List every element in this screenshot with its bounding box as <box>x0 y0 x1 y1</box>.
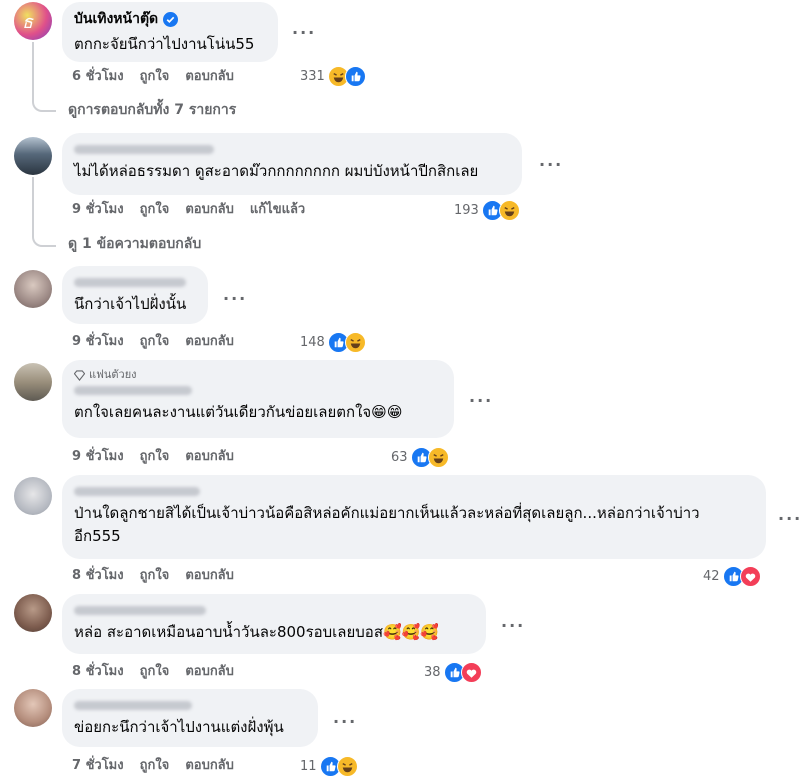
laughing-face-icon <box>427 447 449 468</box>
reply-thread-line <box>32 177 56 247</box>
reaction-summary[interactable]: 11 <box>300 756 358 777</box>
comment-actions: 8 ชั่วโมง ถูกใจ ตอบกลับ <box>72 664 234 680</box>
view-replies-link[interactable]: ดูการตอบกลับทั้ง 7 รายการ <box>68 101 236 119</box>
like-button[interactable]: ถูกใจ <box>140 202 170 218</box>
reaction-summary[interactable]: 63 <box>391 447 449 468</box>
reaction-count: 193 <box>454 202 479 218</box>
avatar[interactable] <box>14 477 52 515</box>
svg-text:ธ: ธ <box>22 12 34 33</box>
author-name-blurred[interactable] <box>74 487 200 496</box>
reaction-count: 63 <box>391 449 408 465</box>
comment-text: นึกว่าเจ้าไปฝั่งนั้น <box>74 295 187 313</box>
reaction-summary[interactable]: 42 <box>703 566 761 587</box>
heart-icon <box>460 662 482 683</box>
comment-author[interactable]: บันเทิงหน้าตุ๊ด <box>74 10 266 28</box>
laughing-face-icon <box>336 756 358 777</box>
comment-author-name[interactable]: บันเทิงหน้าตุ๊ด <box>74 10 158 28</box>
comment-time[interactable]: 6 ชั่วโมง <box>72 69 124 85</box>
reply-button[interactable]: ตอบกลับ <box>185 202 234 218</box>
comment-bubble: แฟนตัวยง ตกใจเลยคนละงานแต่วันเดียวกันข่อ… <box>62 360 454 438</box>
avatar[interactable] <box>14 689 52 727</box>
laughing-face-icon <box>344 332 366 353</box>
comment-time[interactable]: 9 ชั่วโมง <box>72 334 124 350</box>
avatar[interactable] <box>14 137 52 175</box>
like-button[interactable]: ถูกใจ <box>140 449 170 465</box>
reaction-count: 11 <box>300 758 317 774</box>
like-button[interactable]: ถูกใจ <box>140 69 170 85</box>
more-options-icon[interactable]: ··· <box>539 157 563 173</box>
reaction-summary[interactable]: 331 <box>300 66 366 87</box>
reply-button[interactable]: ตอบกลับ <box>185 568 234 584</box>
badge-label: แฟนตัวยง <box>89 368 137 381</box>
avatar-logo-icon: ธ <box>22 12 34 33</box>
more-options-icon[interactable]: ··· <box>333 714 357 730</box>
reply-button[interactable]: ตอบกลับ <box>185 334 234 350</box>
reply-button[interactable]: ตอบกลับ <box>185 69 234 85</box>
avatar[interactable] <box>14 594 52 632</box>
comment-time[interactable]: 7 ชั่วโมง <box>72 758 124 774</box>
like-button[interactable]: ถูกใจ <box>140 334 170 350</box>
comment-actions: 7 ชั่วโมง ถูกใจ ตอบกลับ <box>72 758 234 774</box>
reaction-count: 38 <box>424 664 441 680</box>
comment-bubble: หล่อ สะอาดเหมือนอาบน้ำวันละ800รอบเลยบอส🥰… <box>62 594 486 654</box>
comment-bubble: นึกว่าเจ้าไปฝั่งนั้น <box>62 266 208 324</box>
thumbs-up-icon <box>344 66 366 87</box>
more-options-icon[interactable]: ··· <box>223 291 247 307</box>
comment-bubble: ไม่ได้หล่อธรรมดา ดูสะอาดม๊วกกกกกกกก ผมบ่… <box>62 133 522 195</box>
comment-actions: 8 ชั่วโมง ถูกใจ ตอบกลับ <box>72 568 234 584</box>
comment-text: ป่านใดลูกชายสิได้เป็นเจ้าบ่าวน้อคือสิหล่… <box>74 504 700 545</box>
comment-bubble: ข่อยกะนึกว่าเจ้าไปงานแต่งฝั่งพุ้น <box>62 689 318 747</box>
comment-text: ข่อยกะนึกว่าเจ้าไปงานแต่งฝั่งพุ้น <box>74 718 284 736</box>
like-button[interactable]: ถูกใจ <box>140 758 170 774</box>
comment-bubble: บันเทิงหน้าตุ๊ด ตกกะจัยนึกว่าไปงานโน่น55 <box>62 2 278 62</box>
comment-time[interactable]: 9 ชั่วโมง <box>72 202 124 218</box>
avatar[interactable] <box>14 270 52 308</box>
reply-button[interactable]: ตอบกลับ <box>185 664 234 680</box>
reaction-count: 331 <box>300 68 325 84</box>
reply-thread-line <box>32 42 56 112</box>
reply-button[interactable]: ตอบกลับ <box>185 758 234 774</box>
comment-text: หล่อ สะอาดเหมือนอาบน้ำวันละ800รอบเลยบอส🥰… <box>74 623 440 641</box>
diamond-icon <box>74 369 85 381</box>
verified-badge-icon <box>163 11 179 27</box>
comment-time[interactable]: 8 ชั่วโมง <box>72 664 124 680</box>
author-name-blurred[interactable] <box>74 606 206 615</box>
more-options-icon[interactable]: ··· <box>778 511 800 527</box>
comment-text: ตกใจเลยคนละงานแต่วันเดียวกันข่อยเลยตกใจ😁… <box>74 403 403 421</box>
reaction-count: 42 <box>703 568 720 584</box>
comment-actions: 9 ชั่วโมง ถูกใจ ตอบกลับ <box>72 334 234 350</box>
avatar[interactable] <box>14 363 52 401</box>
author-name-blurred[interactable] <box>74 701 192 710</box>
view-replies-link[interactable]: ดู 1 ข้อความตอบกลับ <box>68 235 201 253</box>
comment-actions: 9 ชั่วโมง ถูกใจ ตอบกลับ <box>72 449 234 465</box>
more-options-icon[interactable]: ··· <box>469 393 493 409</box>
reaction-summary[interactable]: 148 <box>300 332 366 353</box>
comment-time[interactable]: 8 ชั่วโมง <box>72 568 124 584</box>
edited-label: แก้ไขแล้ว <box>249 202 306 217</box>
comment-text: ตกกะจัยนึกว่าไปงานโน่น55 <box>74 35 255 53</box>
reply-button[interactable]: ตอบกลับ <box>185 449 234 465</box>
avatar[interactable]: ธ <box>14 2 52 40</box>
author-name-blurred[interactable] <box>74 386 192 395</box>
comment-time[interactable]: 9 ชั่วโมง <box>72 449 124 465</box>
more-options-icon[interactable]: ··· <box>501 618 525 634</box>
author-name-blurred[interactable] <box>74 145 214 154</box>
comment-actions: 9 ชั่วโมง ถูกใจ ตอบกลับ แก้ไขแล้ว <box>72 202 305 218</box>
laughing-face-icon <box>498 200 520 221</box>
more-options-icon[interactable]: ··· <box>292 25 316 41</box>
top-fan-badge: แฟนตัวยง <box>74 368 442 382</box>
like-button[interactable]: ถูกใจ <box>140 664 170 680</box>
comment-bubble: ป่านใดลูกชายสิได้เป็นเจ้าบ่าวน้อคือสิหล่… <box>62 475 766 559</box>
like-button[interactable]: ถูกใจ <box>140 568 170 584</box>
reaction-summary[interactable]: 193 <box>454 200 520 221</box>
comment-text: ไม่ได้หล่อธรรมดา ดูสะอาดม๊วกกกกกกกก ผมบ่… <box>74 162 479 180</box>
comment-actions: 6 ชั่วโมง ถูกใจ ตอบกลับ <box>72 69 234 85</box>
heart-icon <box>739 566 761 587</box>
reaction-count: 148 <box>300 334 325 350</box>
reaction-summary[interactable]: 38 <box>424 662 482 683</box>
author-name-blurred[interactable] <box>74 278 186 287</box>
